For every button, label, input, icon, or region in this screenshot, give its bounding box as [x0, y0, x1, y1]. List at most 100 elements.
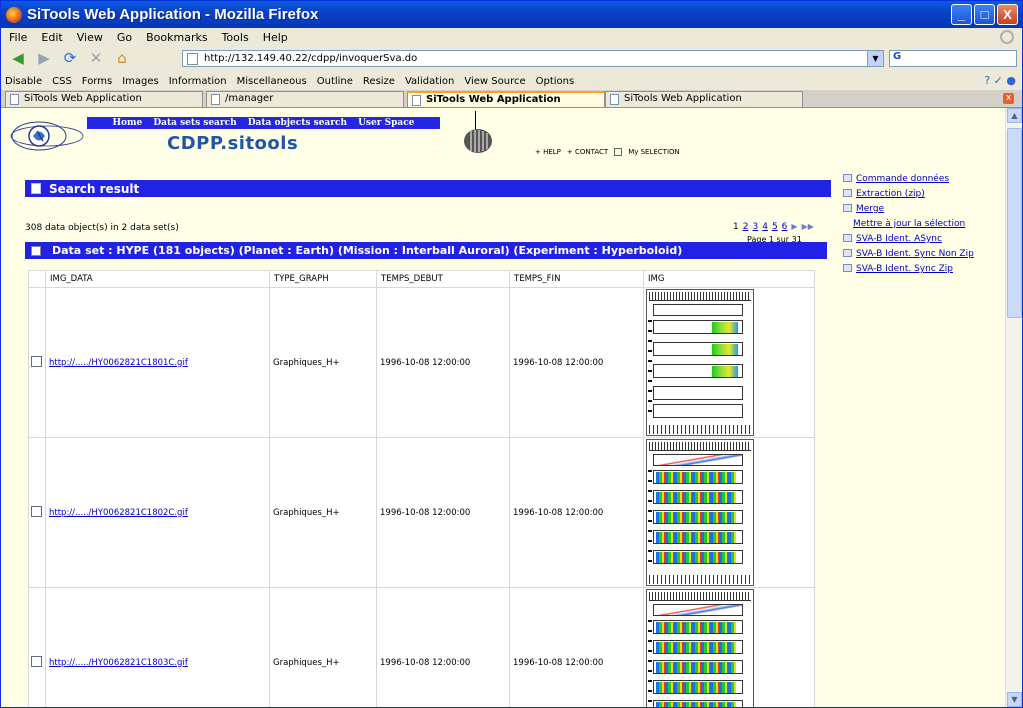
close-tab-icon[interactable]: x: [1003, 93, 1014, 104]
action-merge[interactable]: Merge: [856, 204, 884, 214]
scroll-thumb[interactable]: [1007, 128, 1022, 318]
img-data-link[interactable]: http://...../HY0062821C1802C.gif: [49, 508, 188, 518]
graph-thumbnail[interactable]: [646, 589, 754, 707]
contact-link[interactable]: + CONTACT: [567, 148, 608, 156]
doc-icon: [211, 94, 220, 105]
dev-information[interactable]: Information: [169, 76, 227, 87]
dev-view-source[interactable]: View Source: [464, 76, 525, 87]
row-checkbox-cell: [28, 587, 46, 707]
graph-thumbnail[interactable]: [646, 439, 754, 586]
action-sva-async[interactable]: SVA-B Ident. ASync: [856, 234, 942, 244]
menu-bookmarks[interactable]: Bookmarks: [146, 31, 207, 44]
result-count: 308 data object(s) in 2 data set(s): [25, 223, 179, 233]
tab-sitools-active[interactable]: SiTools Web Application: [407, 91, 605, 107]
menu-go[interactable]: Go: [117, 31, 132, 44]
row-checkbox[interactable]: [31, 655, 42, 667]
page-4[interactable]: 4: [762, 222, 768, 232]
nav-home[interactable]: Home: [113, 118, 143, 128]
dev-miscellaneous[interactable]: Miscellaneous: [237, 76, 307, 87]
table-header-row: IMG_DATA TYPE_GRAPH TEMPS_DEBUT TEMPS_FI…: [28, 270, 815, 288]
pagination: 1 2 3 4 5 6 ▶ ▶▶: [733, 222, 814, 232]
maximize-button[interactable]: □: [974, 4, 995, 25]
web-developer-toolbar: Disable CSS Forms Images Information Mis…: [1, 72, 1022, 90]
search-result-banner: Search result: [25, 180, 831, 197]
menu-bar: File Edit View Go Bookmarks Tools Help: [1, 28, 1022, 47]
scroll-down-icon[interactable]: ▼: [1007, 692, 1022, 707]
img-thumbnail-cell: [643, 287, 815, 438]
temps-debut-cell: 1996-10-08 12:00:00: [376, 287, 510, 438]
help-link[interactable]: + HELP: [535, 148, 561, 156]
forward-button[interactable]: ▶: [33, 49, 55, 67]
dev-options[interactable]: Options: [536, 76, 575, 87]
menu-help[interactable]: Help: [263, 31, 288, 44]
checkbox-header: [28, 270, 46, 288]
graph-thumbnail[interactable]: [646, 289, 754, 436]
nav-user-space[interactable]: User Space: [358, 118, 414, 128]
page-6[interactable]: 6: [782, 222, 788, 232]
stop-button[interactable]: ✕: [85, 49, 107, 67]
dev-validation[interactable]: Validation: [405, 76, 454, 87]
temps-fin-cell: 1996-10-08 12:00:00: [509, 437, 644, 588]
page-icon: [187, 52, 198, 65]
page-3[interactable]: 3: [752, 222, 758, 232]
img-data-link[interactable]: http://...../HY0062821C1803C.gif: [49, 658, 188, 668]
dev-disable[interactable]: Disable: [5, 76, 42, 87]
tab-sitools-1[interactable]: SiTools Web Application: [5, 91, 203, 107]
menu-tools[interactable]: Tools: [222, 31, 249, 44]
col-temps-debut: TEMPS_DEBUT: [376, 270, 510, 288]
menu-file[interactable]: File: [9, 31, 27, 44]
table-row: http://...../HY0062821C1803C.gif Graphiq…: [28, 587, 815, 707]
img-data-link[interactable]: http://...../HY0062821C1801C.gif: [49, 358, 188, 368]
tab-manager[interactable]: /manager: [206, 91, 404, 107]
page-2[interactable]: 2: [743, 222, 749, 232]
nav-data-sets-search[interactable]: Data sets search: [153, 118, 236, 128]
action-commande-donnees[interactable]: Commande données: [856, 174, 949, 184]
browser-window: SiTools Web Application - Mozilla Firefo…: [0, 0, 1023, 708]
dataset-select-all-checkbox[interactable]: [31, 245, 41, 256]
page-1[interactable]: 1: [733, 222, 739, 232]
vertical-scrollbar[interactable]: ▲ ▼: [1005, 108, 1022, 707]
action-extraction-zip[interactable]: Extraction (zip): [856, 189, 925, 199]
action-sva-sync-nonzip[interactable]: SVA-B Ident. Sync Non Zip: [856, 249, 974, 259]
type-graph-cell: Graphiques_H+: [269, 587, 377, 707]
dev-resize[interactable]: Resize: [363, 76, 395, 87]
url-dropdown-button[interactable]: ▼: [867, 51, 883, 66]
back-button[interactable]: ◀: [7, 49, 29, 67]
dev-images[interactable]: Images: [122, 76, 159, 87]
row-checkbox[interactable]: [31, 505, 42, 517]
dev-outline[interactable]: Outline: [317, 76, 353, 87]
search-input[interactable]: G: [889, 50, 1017, 67]
page-5[interactable]: 5: [772, 222, 778, 232]
window-icon: [843, 204, 852, 212]
temps-debut-cell: 1996-10-08 12:00:00: [376, 437, 510, 588]
row-checkbox[interactable]: [31, 355, 42, 367]
dev-css[interactable]: CSS: [52, 76, 72, 87]
shell-logo: [464, 129, 492, 153]
minimize-button[interactable]: _: [951, 4, 972, 25]
home-button[interactable]: ⌂: [111, 49, 133, 67]
action-sva-sync-zip[interactable]: SVA-B Ident. Sync Zip: [856, 264, 953, 274]
tab-sitools-4[interactable]: SiTools Web Application: [605, 91, 803, 107]
action-mettre-a-jour[interactable]: Mettre à jour la sélection: [853, 219, 965, 229]
temps-fin-cell: 1996-10-08 12:00:00: [509, 287, 644, 438]
menu-view[interactable]: View: [77, 31, 103, 44]
scroll-up-icon[interactable]: ▲: [1007, 108, 1022, 123]
img-thumbnail-cell: [643, 437, 815, 588]
type-graph-cell: Graphiques_H+: [269, 437, 377, 588]
close-button[interactable]: X: [997, 4, 1018, 25]
throbber-icon: [1000, 30, 1014, 44]
menu-edit[interactable]: Edit: [41, 31, 62, 44]
url-text[interactable]: http://132.149.40.22/cdpp/invoquerSva.do: [204, 53, 417, 64]
my-selection-link[interactable]: My SELECTION: [628, 148, 680, 156]
nav-data-objects-search[interactable]: Data objects search: [248, 118, 347, 128]
last-page-icon[interactable]: ▶▶: [802, 222, 814, 232]
col-img: IMG: [643, 270, 815, 288]
next-page-icon[interactable]: ▶: [791, 222, 797, 232]
url-bar[interactable]: http://132.149.40.22/cdpp/invoquerSva.do…: [182, 50, 884, 67]
window-icon: [843, 234, 852, 242]
dev-forms[interactable]: Forms: [82, 76, 112, 87]
doc-icon: [610, 94, 619, 105]
temps-fin-cell: 1996-10-08 12:00:00: [509, 587, 644, 707]
doc-icon: [10, 94, 19, 105]
reload-button[interactable]: ⟳: [59, 49, 81, 67]
